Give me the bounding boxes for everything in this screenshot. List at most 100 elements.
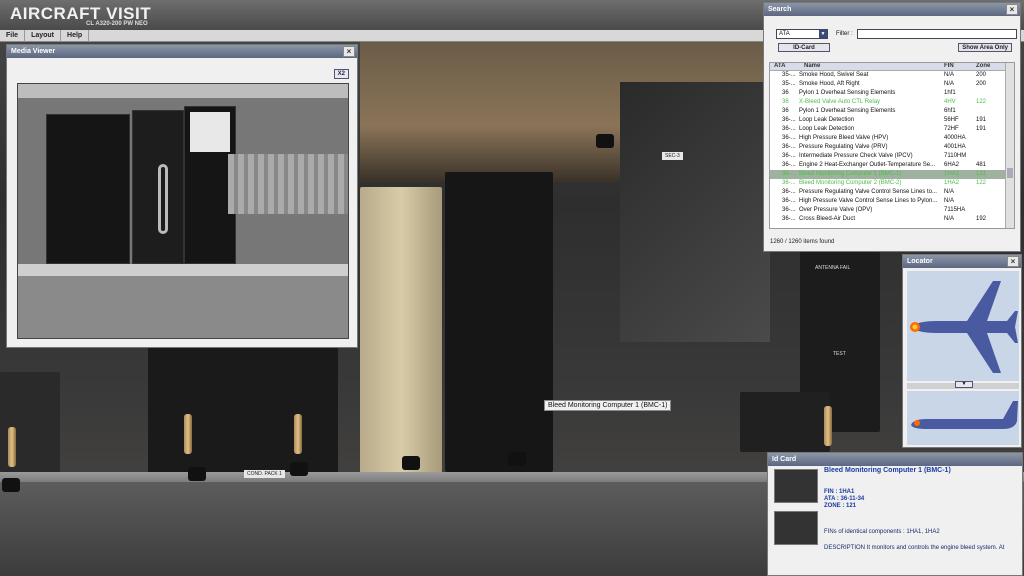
- locator-toggle-icon[interactable]: ▼: [955, 381, 973, 388]
- cell-fin: N/A: [944, 216, 955, 222]
- cell-name: High Pressure Bleed Valve (HPV): [799, 135, 889, 141]
- rack-knob: [2, 478, 20, 492]
- component-description: DESCRIPTION It monitors and controls the…: [824, 545, 1005, 551]
- aircraft-model: CL A320-200 PW NEO: [86, 21, 148, 27]
- col-zone[interactable]: Zone: [976, 63, 1002, 70]
- cell-ata: 36-...: [782, 180, 796, 186]
- cell-name: Pressure Regulating Valve (PRV): [799, 144, 888, 150]
- search-title-bar[interactable]: Search ×: [764, 3, 1020, 16]
- cell-name: Bleed Monitoring Computer 2 (BMC-2): [799, 180, 902, 186]
- result-row[interactable]: 36-... Loop Leak Detection 72HF 191: [770, 125, 1014, 134]
- scrollbar-thumb[interactable]: [1007, 168, 1013, 178]
- aircraft-side-view[interactable]: [907, 391, 1019, 445]
- cell-name: Over Pressure Valve (OPV): [799, 207, 873, 213]
- filter-input[interactable]: [856, 29, 1017, 39]
- result-row[interactable]: 36-... Bleed Monitoring Computer 2 (BMC-2…: [770, 179, 1014, 188]
- equipment-unit[interactable]: [360, 187, 442, 477]
- cell-fin: 72HF: [944, 126, 959, 132]
- cell-zone: 200: [976, 72, 987, 78]
- cell-zone: 191: [976, 126, 987, 132]
- equipment-unit[interactable]: [148, 332, 338, 482]
- cell-zone: 200: [976, 81, 987, 87]
- sec-label: SEC-3: [662, 152, 683, 160]
- col-fin[interactable]: FIN: [944, 63, 976, 70]
- locator-title-bar[interactable]: Locator ×: [903, 255, 1021, 268]
- cell-fin: 4000HA: [944, 135, 966, 141]
- aircraft-top-icon: [910, 281, 1018, 373]
- rack-knob: [596, 134, 614, 148]
- rack-knob: [290, 462, 308, 476]
- cell-name: X-Bleed Valve Auto CTL Relay: [799, 99, 881, 105]
- equipment-unit[interactable]: [740, 392, 830, 452]
- result-row[interactable]: 36 Pylon 1 Overheat Sensing Elements 6hf1: [770, 107, 1014, 116]
- result-row[interactable]: 36-... High Pressure Bleed Valve (HPV) 400…: [770, 134, 1014, 143]
- photo-shelf: [18, 264, 348, 276]
- menu-layout[interactable]: Layout: [25, 29, 62, 42]
- id-card-button[interactable]: ID-Card: [778, 43, 830, 52]
- results-header: ATA Name FIN Zone: [770, 63, 1014, 71]
- cell-name: Pressure Regulating Valve Control Sense …: [799, 189, 937, 195]
- media-viewer-title-bar[interactable]: Media Viewer ×: [7, 45, 357, 58]
- cell-ata: 36-...: [782, 162, 796, 168]
- cell-fin: N/A: [944, 81, 955, 87]
- cell-ata: 35-...: [782, 72, 796, 78]
- result-row[interactable]: 35-... Smoke Hood, Aft Right N/A 200: [770, 80, 1014, 89]
- result-row[interactable]: 36 Pylon 1 Overheat Sensing Elements 1hf1: [770, 89, 1014, 98]
- cell-zone: [976, 89, 1002, 98]
- result-row[interactable]: 36-... Pressure Regulating Valve Control …: [770, 188, 1014, 197]
- cell-fin: 1HA2: [944, 180, 960, 186]
- aircraft-top-view[interactable]: [907, 271, 1019, 381]
- col-name[interactable]: Name: [796, 63, 944, 70]
- cell-fin: N/A: [944, 189, 955, 195]
- cell-fin: N/A: [944, 72, 955, 78]
- id-card-title-bar[interactable]: Id Card: [768, 453, 1022, 466]
- items-found-count: 1260 / 1260 items found: [770, 239, 835, 245]
- identical-components: FINs of identical components : 1HA1, 1HA…: [824, 529, 940, 535]
- cell-fin: 6hf1: [944, 108, 956, 114]
- results-list: ATA Name FIN Zone 35-... Smoke Hood, Swiv…: [769, 62, 1015, 229]
- component-thumbnail[interactable]: [774, 469, 818, 503]
- structure-beam: [620, 82, 770, 342]
- id-card-title: Id Card: [772, 456, 797, 463]
- rack-knob: [188, 467, 206, 481]
- result-row[interactable]: 36-... Intermediate Pressure Check Valve …: [770, 152, 1014, 161]
- cell-name: Bleed Monitoring Computer 1 (BMC-1): [799, 171, 902, 177]
- result-row[interactable]: 36-... Pressure Regulating Valve (PRV) 400…: [770, 143, 1014, 152]
- media-viewer-close-button[interactable]: ×: [343, 46, 355, 57]
- zoom-x2-button[interactable]: X2: [333, 69, 349, 79]
- chevron-down-icon: ▼: [819, 30, 827, 38]
- result-row[interactable]: 36-... High Pressure Valve Control Sense …: [770, 197, 1014, 206]
- menu-file[interactable]: File: [0, 29, 26, 42]
- rack-pin: [184, 414, 192, 454]
- cell-fin: 56HF: [944, 117, 959, 123]
- cell-name: Loop Leak Detection: [799, 126, 855, 132]
- result-row[interactable]: 36-... Cross Bleed-Air Duct N/A 192: [770, 215, 1014, 224]
- col-ata[interactable]: ATA: [770, 63, 796, 70]
- results-scrollbar[interactable]: [1005, 63, 1014, 228]
- photo-label: [190, 112, 230, 152]
- search-close-button[interactable]: ×: [1006, 4, 1018, 15]
- bmc-1-unit[interactable]: [445, 172, 553, 472]
- menu-help[interactable]: Help: [61, 29, 90, 42]
- result-row[interactable]: 36 X-Bleed Valve Auto CTL Relay 4HV 122: [770, 98, 1014, 107]
- photo-handle: [158, 164, 168, 234]
- aircraft-side-icon: [911, 401, 1018, 429]
- photo-unit: [46, 114, 130, 264]
- search-title: Search: [768, 6, 792, 13]
- result-row[interactable]: 36-... Over Pressure Valve (OPV) 7115HA: [770, 206, 1014, 215]
- result-row[interactable]: 36-... Loop Leak Detection 56HF 191: [770, 116, 1014, 125]
- media-viewer-panel: Media Viewer × X2: [6, 44, 358, 348]
- photo-shelf: [18, 84, 348, 98]
- cell-ata: 36-...: [782, 144, 796, 150]
- result-row[interactable]: 35-... Smoke Hood, Swivel Seat N/A 200: [770, 71, 1014, 80]
- component-thumbnail[interactable]: [774, 511, 818, 545]
- cell-fin: 7110HM: [944, 153, 967, 159]
- result-row[interactable]: 36-... Bleed Monitoring Computer 1 (BMC-1…: [770, 170, 1014, 179]
- category-select[interactable]: ATA ▼: [776, 29, 828, 39]
- result-row[interactable]: 36-... Engine 2 Heat-Exchanger Outlet-Tem…: [770, 161, 1014, 170]
- cell-fin: 4001HA: [944, 144, 966, 150]
- filter-label: Filter :: [836, 31, 853, 37]
- locator-close-button[interactable]: ×: [1007, 256, 1019, 267]
- show-area-only-button[interactable]: Show Area Only: [958, 43, 1012, 52]
- cell-name: Loop Leak Detection: [799, 117, 855, 123]
